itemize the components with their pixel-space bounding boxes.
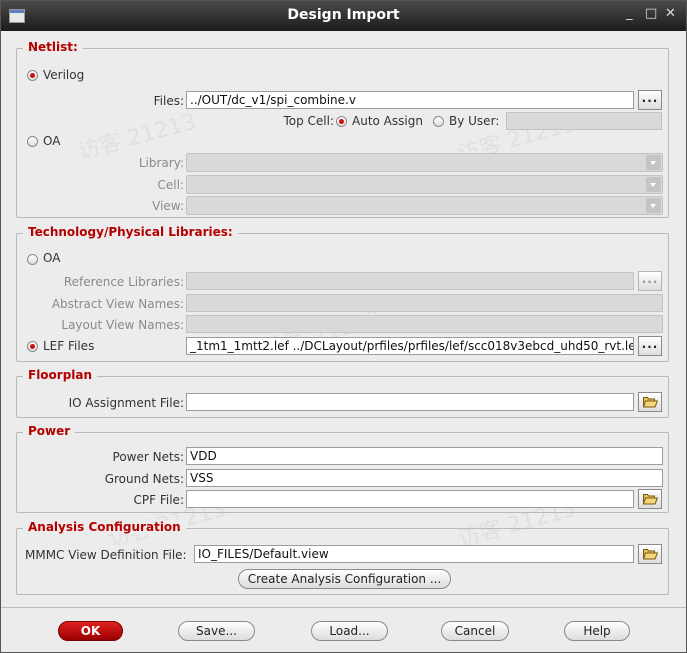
help-button[interactable]: Help	[564, 621, 630, 641]
io-assignment-browse-button[interactable]	[638, 392, 662, 412]
lef-files-input[interactable]: _1tm1_1mtt2.lef ../DCLayout/prfiles/prfi…	[186, 337, 634, 355]
folder-open-icon	[643, 549, 658, 560]
reference-libraries-label: Reference Libraries:	[63, 275, 184, 289]
verilog-files-browse-button[interactable]: ...	[638, 90, 662, 110]
library-select[interactable]	[186, 153, 663, 172]
mmmc-view-file-input[interactable]: IO_FILES/Default.view	[194, 545, 634, 563]
tech-oa-label: OA	[43, 251, 61, 265]
verilog-files-input[interactable]: ../OUT/dc_v1/spi_combine.v	[186, 91, 634, 109]
cpf-file-browse-button[interactable]	[638, 489, 662, 509]
cpf-file-input[interactable]	[186, 490, 634, 508]
netlist-legend: Netlist:	[23, 40, 83, 54]
maximize-icon[interactable]: □	[645, 6, 657, 21]
library-label: Library:	[138, 156, 184, 170]
lef-files-label: LEF Files	[43, 339, 95, 353]
ok-button[interactable]: OK	[58, 621, 123, 641]
analysis-legend: Analysis Configuration	[23, 520, 186, 534]
cpf-file-label: CPF File:	[133, 493, 184, 507]
files-label: Files:	[153, 94, 184, 108]
auto-assign-radio[interactable]	[336, 116, 347, 127]
cell-select[interactable]	[186, 175, 663, 194]
by-user-radio[interactable]	[433, 116, 444, 127]
folder-open-icon	[643, 494, 658, 505]
window-title: Design Import	[287, 7, 400, 23]
power-nets-input[interactable]: VDD	[186, 447, 663, 465]
load-button[interactable]: Load...	[311, 621, 388, 641]
top-cell-label: Top Cell:	[283, 114, 334, 128]
design-import-dialog: Design Import _ □ ✕ 访客 21213 访客 21213 访客…	[0, 0, 687, 653]
ground-nets-input[interactable]: VSS	[186, 469, 663, 487]
folder-open-icon	[643, 397, 658, 408]
view-label: View:	[152, 199, 184, 213]
chevron-down-icon	[646, 177, 661, 192]
auto-assign-label: Auto Assign	[352, 114, 423, 128]
ground-nets-label: Ground Nets:	[104, 472, 184, 486]
chevron-down-icon	[646, 198, 661, 213]
chevron-down-icon	[646, 155, 661, 170]
title-bar[interactable]: Design Import _ □ ✕	[1, 1, 686, 31]
mmmc-view-browse-button[interactable]	[638, 544, 662, 564]
reference-libraries-input[interactable]	[186, 272, 634, 290]
abstract-view-names-input[interactable]	[186, 294, 663, 312]
save-button[interactable]: Save...	[178, 621, 255, 641]
cancel-button[interactable]: Cancel	[441, 621, 509, 641]
layout-view-names-input[interactable]	[186, 315, 663, 333]
netlist-oa-label: OA	[43, 134, 61, 148]
lef-files-browse-button[interactable]: ...	[638, 336, 662, 356]
tech-oa-radio[interactable]	[27, 254, 38, 265]
power-nets-label: Power Nets:	[112, 450, 184, 464]
minimize-icon[interactable]: _	[626, 6, 633, 21]
io-assignment-file-input[interactable]	[186, 393, 634, 411]
power-legend: Power	[23, 424, 76, 438]
tech-libraries-legend: Technology/Physical Libraries:	[23, 225, 238, 239]
verilog-radio[interactable]	[27, 70, 38, 81]
mmmc-view-file-label: MMMC View Definition File:	[25, 548, 187, 562]
button-separator	[1, 607, 686, 608]
cell-label: Cell:	[157, 178, 184, 192]
reference-libraries-browse-button[interactable]: ...	[638, 271, 662, 291]
verilog-label: Verilog	[43, 68, 85, 82]
io-assignment-file-label: IO Assignment File:	[68, 396, 184, 410]
create-analysis-configuration-button[interactable]: Create Analysis Configuration ...	[238, 569, 451, 589]
by-user-label: By User:	[449, 114, 500, 128]
netlist-oa-radio[interactable]	[27, 136, 38, 147]
lef-files-radio[interactable]	[27, 341, 38, 352]
layout-view-names-label: Layout View Names:	[61, 318, 184, 332]
abstract-view-names-label: Abstract View Names:	[51, 297, 184, 311]
view-select[interactable]	[186, 196, 663, 215]
floorplan-legend: Floorplan	[23, 368, 98, 382]
by-user-input[interactable]	[506, 112, 662, 130]
close-icon[interactable]: ✕	[665, 6, 676, 21]
